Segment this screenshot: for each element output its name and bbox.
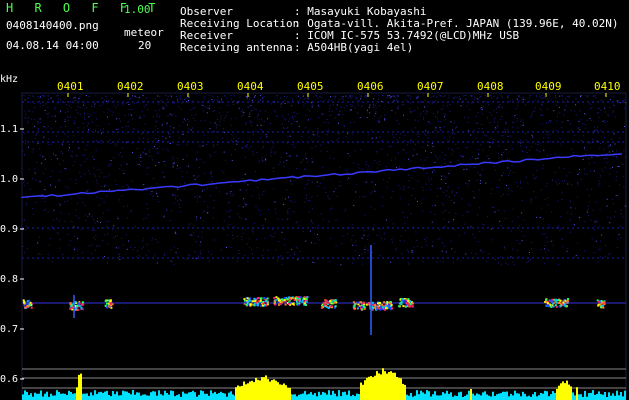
time-tick-0406: 0406 — [357, 80, 384, 93]
meteor-echo — [273, 296, 309, 306]
time-tick-0402: 0402 — [117, 80, 144, 93]
freq-label-1-1: 1.1 — [0, 124, 19, 135]
plot-frame — [21, 92, 627, 399]
meteor-echo — [69, 301, 85, 311]
time-tick-0403: 0403 — [177, 80, 204, 93]
time-tick-0401: 0401 — [57, 80, 84, 93]
time-tick-0410: 0410 — [594, 80, 621, 93]
time-tick-0407: 0407 — [417, 80, 444, 93]
time-tick-0405: 0405 — [297, 80, 324, 93]
meteor-echo — [320, 299, 338, 309]
meteor-echo — [544, 298, 569, 308]
carrier-drift-line — [21, 153, 623, 199]
spectrogram — [20, 92, 627, 400]
freq-label-0-6: 0.6 — [0, 374, 19, 385]
meteor-echo — [243, 297, 269, 307]
meteor-echo — [104, 299, 114, 309]
meteor-echo — [352, 301, 393, 311]
hroft-window: H R O F F T 1.00 0408140400.png meteor 0… — [0, 0, 629, 400]
noise-layer — [22, 95, 627, 266]
meteor-echo — [398, 298, 414, 308]
meteor-echo — [596, 299, 606, 309]
time-tick-0404: 0404 — [237, 80, 264, 93]
freq-label-1-0: 1.0 — [0, 174, 19, 185]
freq-unit-label: kHz — [0, 74, 19, 85]
time-tick-0409: 0409 — [535, 80, 562, 93]
time-tick-0408: 0408 — [477, 80, 504, 93]
meteor-echo — [22, 299, 33, 309]
freq-label-0-7: 0.7 — [0, 324, 19, 335]
freq-label-0-8: 0.8 — [0, 274, 19, 285]
freq-label-0-9: 0.9 — [0, 224, 19, 235]
level-noise — [22, 390, 626, 400]
